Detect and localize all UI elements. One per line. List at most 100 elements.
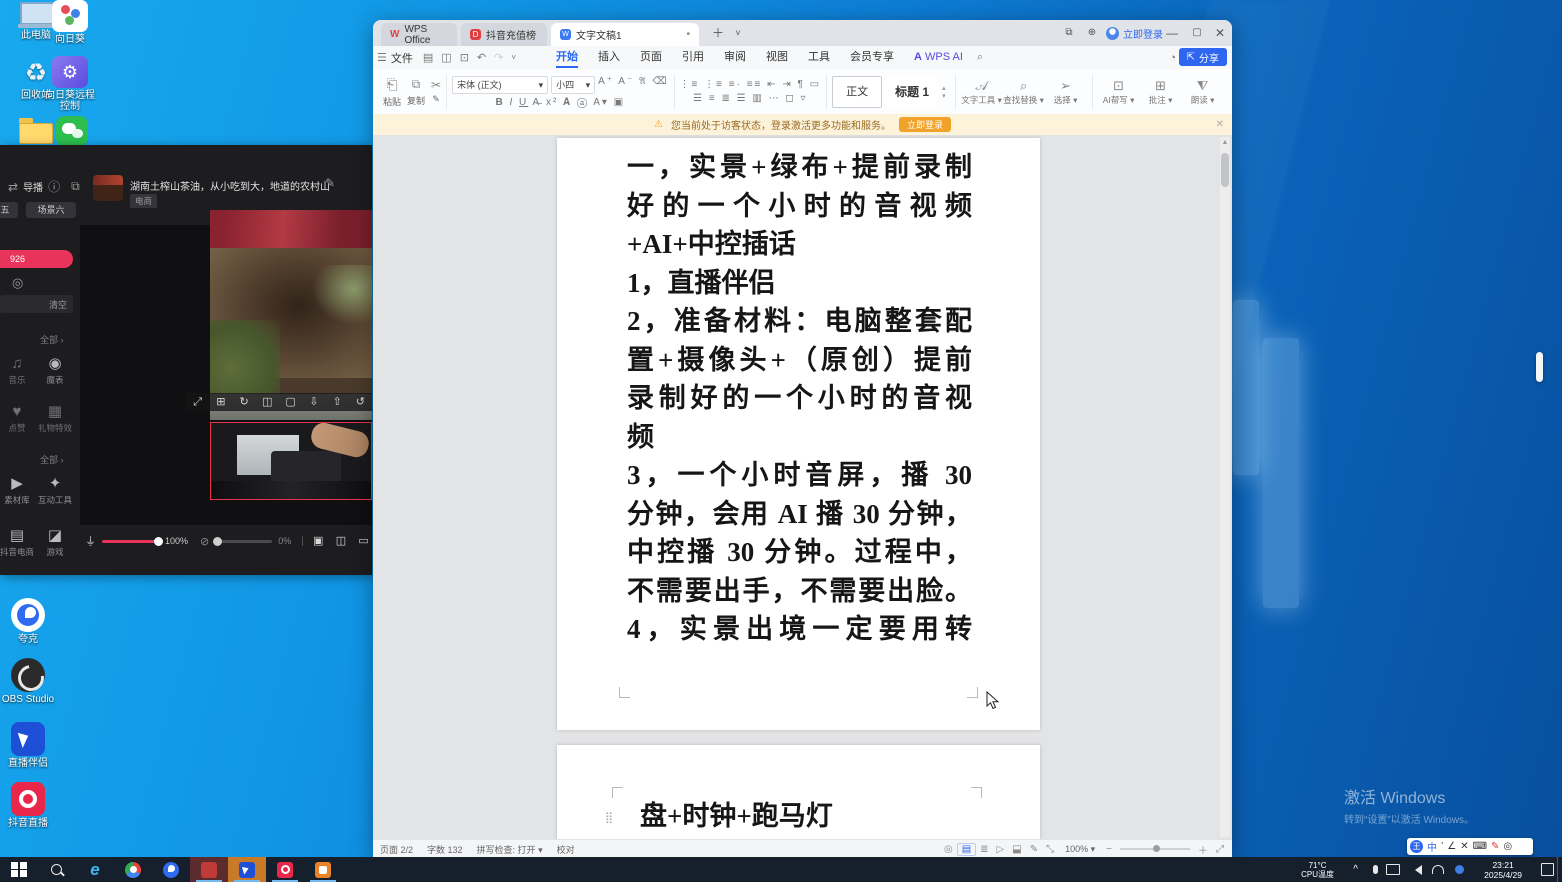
tray-bluetooth-dot-icon[interactable] xyxy=(1455,857,1464,882)
scene-tab[interactable]: 场景六 xyxy=(26,202,76,218)
taskbar-search-button[interactable] xyxy=(38,857,76,882)
taskbar-douyin-live[interactable] xyxy=(266,857,304,882)
export-icon[interactable]: ⊡ xyxy=(456,51,473,64)
ime-punct-icon[interactable]: ’ xyxy=(1441,841,1443,852)
tab-list-button[interactable]: ˅ xyxy=(729,24,747,42)
font-size-select[interactable]: 小四▾ xyxy=(551,76,595,94)
text-tools-button[interactable]: 𝒜 文字工具 ▾ xyxy=(961,78,1003,106)
desktop-icon-obs[interactable]: OBS Studio xyxy=(0,658,56,705)
ribbon-display-icon[interactable]: ◔ xyxy=(1165,52,1180,64)
tool-media-library[interactable]: ▶ 素材库 xyxy=(0,475,36,506)
tab-insert[interactable]: 插入 xyxy=(588,46,630,69)
more-commands-icon[interactable]: ˅ xyxy=(507,53,520,62)
play-view-icon[interactable]: ▷ xyxy=(993,844,1009,855)
layout-switch-icon[interactable]: ⧉ xyxy=(1060,24,1078,42)
help-icon[interactable]: ◎ xyxy=(940,844,957,855)
tab-review[interactable]: 审阅 xyxy=(714,46,756,69)
desktop-icon-live-companion[interactable]: 直播伴侣 xyxy=(0,722,56,769)
tool-gift-effects[interactable]: ▦ 礼物特效 xyxy=(36,403,74,434)
zoom-knob[interactable] xyxy=(1153,845,1160,852)
search-icon[interactable]: ⌕ xyxy=(973,51,987,64)
view-page-icon[interactable]: ▤ xyxy=(957,843,976,856)
rotate-icon[interactable]: ↻ xyxy=(236,395,253,410)
view-outline-icon[interactable]: ≣ xyxy=(976,844,992,855)
banner-login-button[interactable]: 立即登录 xyxy=(899,117,951,132)
style-gallery-spinner[interactable]: ▴▾ xyxy=(942,84,946,100)
taskbar-quark-browser[interactable] xyxy=(152,857,190,882)
battery-icon[interactable]: ▭ xyxy=(355,534,372,549)
speaker-volume-slider[interactable] xyxy=(215,540,272,543)
login-entry[interactable]: 立即登录 xyxy=(1106,26,1163,41)
desktop-icon-quark[interactable]: 夸克 xyxy=(0,598,56,645)
font-style-icons[interactable]: B I U A̶ x² 𝐀 ⓐ A▾ ▣ xyxy=(495,97,625,108)
action-center-icon[interactable] xyxy=(1541,857,1554,882)
close-button[interactable]: ✕ xyxy=(1211,24,1229,42)
zoom-in-icon[interactable]: ＋ xyxy=(1194,842,1212,857)
print-icon[interactable]: ◫ xyxy=(437,51,455,64)
globe-icon[interactable]: ⊕ xyxy=(1083,24,1101,42)
mirror-button-icon[interactable]: ◫ xyxy=(333,534,350,549)
tray-display-icon[interactable] xyxy=(1386,857,1400,882)
taskbar-orange-app[interactable] xyxy=(304,857,342,882)
select-button[interactable]: ➢ 选择 ▾ xyxy=(1045,78,1087,106)
reset-icon[interactable]: ↺ xyxy=(352,395,369,410)
format-painter-button[interactable]: ✂ ✎ xyxy=(431,78,441,105)
keyboard-icon[interactable]: ⌨ xyxy=(1473,841,1487,852)
main-video-preview[interactable] xyxy=(210,210,372,420)
taskbar-edge[interactable]: e xyxy=(76,857,114,882)
comment-button[interactable]: ⊞ 批注 ▾ xyxy=(1140,78,1182,106)
tool-sticker[interactable]: ◉ 魔表 xyxy=(36,355,74,386)
zoom-out-icon[interactable]: − xyxy=(1102,844,1116,855)
zoom-slider[interactable] xyxy=(1120,848,1190,850)
taskbar-red-app[interactable] xyxy=(190,857,228,882)
desktop-icon-sunflower[interactable]: 向日葵 xyxy=(42,0,98,45)
taskbar-live-companion-active[interactable] xyxy=(228,857,266,882)
fullscreen-toggle-icon[interactable]: ⤢ xyxy=(1212,844,1228,855)
desktop-icon-remote-control[interactable]: ⚙ 向日葵远程控制 xyxy=(42,56,98,112)
drag-handle-icon[interactable]: ⣿ xyxy=(605,811,614,824)
paste-button[interactable]: ⎗ 粘贴 xyxy=(383,76,401,108)
tab-wps-home[interactable]: W WPS Office xyxy=(381,23,457,46)
fullscreen-icon[interactable]: ⤢ xyxy=(189,395,206,410)
desktop-icon-wechat[interactable] xyxy=(44,116,100,146)
flip-icon[interactable]: ◫ xyxy=(259,395,276,410)
tab-wps-ai[interactable]: A WPS AI xyxy=(904,46,973,69)
tray-mic-icon[interactable] xyxy=(1373,857,1378,882)
status-proof[interactable]: 校对 xyxy=(550,843,582,856)
edge-slide-handle[interactable] xyxy=(1536,352,1543,382)
fit-width-icon[interactable]: ⤡ xyxy=(1042,844,1058,855)
edit-mode-icon[interactable]: ✎ xyxy=(1026,844,1042,855)
status-spellcheck[interactable]: 拼写检查: 打开 ▾ xyxy=(470,843,550,856)
popout-icon[interactable]: ⧉ xyxy=(71,179,80,194)
tab-reference[interactable]: 引用 xyxy=(672,46,714,69)
switch-icon[interactable]: ⇄ xyxy=(8,180,18,194)
tray-expand-icon[interactable]: ^ xyxy=(1353,857,1358,882)
ime-settings-icon[interactable]: ◎ xyxy=(1503,841,1512,852)
ai-write-button[interactable]: ⊡ AI帮写 ▾ xyxy=(1098,78,1140,106)
document-area[interactable]: 一，实景+绿布+提前录制 好的一个小时的音视频 +AI+中控插话 1，直播伴侣 … xyxy=(373,135,1232,840)
mic-volume-slider[interactable] xyxy=(102,540,159,543)
tool-games[interactable]: ◪ 游戏 xyxy=(36,527,74,558)
style-normal[interactable]: 正文 xyxy=(832,76,882,108)
desktop-icon-douyin-live[interactable]: 抖音直播 xyxy=(0,782,56,829)
save-icon[interactable]: ▤ xyxy=(419,51,437,64)
list-indent-icons[interactable]: ⋮≡ ⋮≡ ≡· ≡≡ ⇤ ⇥ ¶ ▭ xyxy=(680,79,822,90)
show-desktop-button[interactable] xyxy=(1557,857,1562,882)
ime-logo-icon[interactable]: 王 xyxy=(1410,840,1423,853)
document-page-1[interactable]: 一，实景+绿布+提前录制 好的一个小时的音视频 +AI+中控插话 1，直播伴侣 … xyxy=(557,138,1040,730)
record-button-icon[interactable]: ▣ xyxy=(310,534,327,549)
menu-file[interactable]: 文件 xyxy=(391,50,419,66)
style-heading1[interactable]: 标题 1 xyxy=(886,77,938,107)
ime-cut-icon[interactable]: ✕ xyxy=(1460,841,1468,852)
banner-close-icon[interactable]: ✕ xyxy=(1216,119,1224,130)
tab-page[interactable]: 页面 xyxy=(630,46,672,69)
tab-document-2[interactable]: D 抖音充值榜 xyxy=(461,23,547,46)
document-scrollbar[interactable]: ▲ xyxy=(1220,137,1230,837)
redo-icon[interactable]: ↷ xyxy=(490,51,507,64)
tool-douyin-shop[interactable]: ▤ 抖音电商 xyxy=(0,527,36,558)
crop-icon[interactable]: ▢ xyxy=(282,395,299,410)
document-page-2[interactable]: ⣿ 盘+时钟+跑马灯 xyxy=(557,745,1040,840)
font-name-select[interactable]: 宋体 (正文)▾ xyxy=(452,76,548,94)
tab-tools[interactable]: 工具 xyxy=(798,46,840,69)
section-all-2[interactable]: 全部 › xyxy=(40,453,64,466)
